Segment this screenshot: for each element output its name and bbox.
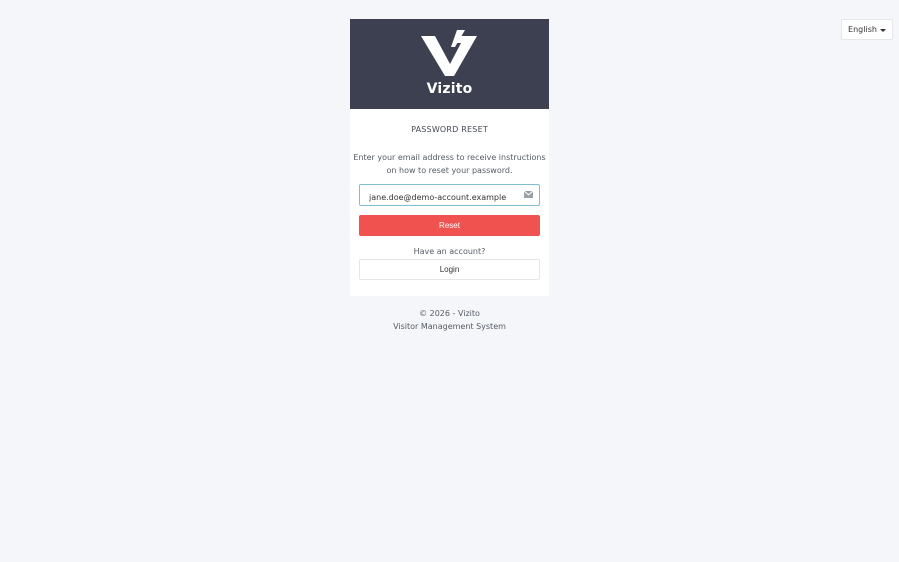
email-field-wrapper bbox=[359, 184, 540, 208]
page-title: PASSWORD RESET bbox=[411, 125, 488, 134]
language-label: English bbox=[848, 25, 877, 34]
instructions-text: Enter your email address to receive inst… bbox=[350, 151, 549, 177]
footer-tagline: Visitor Management System bbox=[393, 322, 506, 331]
instructions-line-2: on how to reset your password. bbox=[386, 166, 513, 175]
envelope-icon bbox=[524, 191, 533, 198]
caret-down-icon bbox=[879, 28, 886, 32]
instructions-line-1: Enter your email address to receive inst… bbox=[353, 153, 546, 162]
password-reset-card: Vizito PASSWORD RESET Enter your email a… bbox=[350, 19, 549, 296]
footer-copyright: © 2026 - Vizito bbox=[419, 309, 480, 318]
card-header: Vizito bbox=[350, 19, 549, 109]
language-dropdown[interactable]: English bbox=[841, 19, 893, 40]
login-button[interactable]: Login bbox=[359, 259, 540, 280]
logo-text: Vizito bbox=[426, 81, 473, 97]
email-field[interactable] bbox=[360, 187, 539, 208]
reset-button[interactable]: Reset bbox=[359, 215, 540, 236]
footer: © 2026 - Vizito Visitor Management Syste… bbox=[350, 307, 549, 333]
have-account-text: Have an account? bbox=[413, 247, 486, 256]
vizito-logo-icon bbox=[421, 30, 477, 76]
